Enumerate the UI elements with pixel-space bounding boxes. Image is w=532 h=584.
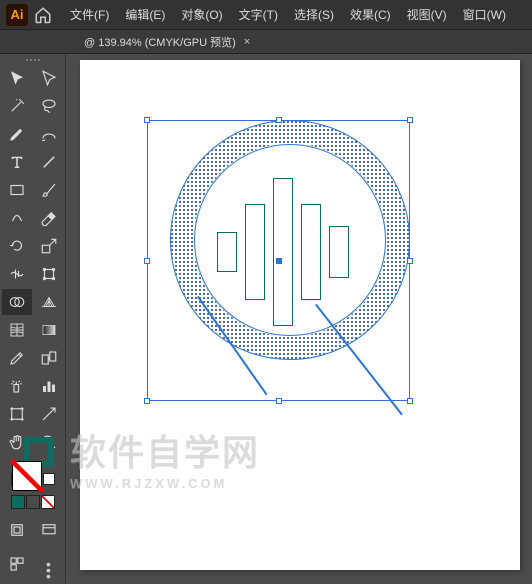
type-tool[interactable] <box>2 149 32 175</box>
column-graph-tool[interactable] <box>34 373 64 399</box>
none-mode-icon[interactable] <box>43 473 55 485</box>
document-tab[interactable]: @ 139.94% (CMYK/GPU 预览) × <box>76 30 258 54</box>
menu-object[interactable]: 对象(O) <box>173 2 230 27</box>
blend-tool[interactable] <box>34 345 64 371</box>
sel-handle-e[interactable] <box>407 258 413 264</box>
curvature-tool[interactable] <box>34 121 64 147</box>
home-icon[interactable] <box>34 6 52 24</box>
top-bar: Ai 文件(F) 编辑(E) 对象(O) 文字(T) 选择(S) 效果(C) 视… <box>0 0 532 30</box>
fill-swatch[interactable] <box>12 461 42 491</box>
menu-type[interactable]: 文字(T) <box>231 2 286 27</box>
width-tool[interactable] <box>2 261 32 287</box>
tool-grid <box>2 65 64 455</box>
document-tab-bar: @ 139.94% (CMYK/GPU 预览) × <box>0 30 532 54</box>
toolbar-grip[interactable] <box>18 59 48 61</box>
sel-handle-n[interactable] <box>276 117 282 123</box>
gradient-tool[interactable] <box>34 317 64 343</box>
free-transform-tool[interactable] <box>34 261 64 287</box>
slice-tool[interactable] <box>34 401 64 427</box>
menu-select[interactable]: 选择(S) <box>286 2 342 27</box>
swatch-row <box>11 495 55 509</box>
scale-tool[interactable] <box>34 233 64 259</box>
menu-bar: 文件(F) 编辑(E) 对象(O) 文字(T) 选择(S) 效果(C) 视图(V… <box>62 2 514 27</box>
toolbar: ••• <box>0 54 66 583</box>
swatch-2[interactable] <box>26 495 40 509</box>
sel-center <box>276 258 282 264</box>
pen-tool[interactable] <box>2 121 32 147</box>
perspective-grid-tool[interactable] <box>34 289 64 315</box>
document-tab-title: @ 139.94% (CMYK/GPU 预览) <box>84 34 236 50</box>
app-abbr: Ai <box>11 7 24 22</box>
mesh-tool[interactable] <box>2 317 32 343</box>
swatch-3[interactable] <box>41 495 55 509</box>
more-tools-icon[interactable]: ••• <box>34 557 64 583</box>
magic-wand-tool[interactable] <box>2 93 32 119</box>
selection-tool[interactable] <box>2 65 32 91</box>
sel-handle-se[interactable] <box>407 398 413 404</box>
eraser-tool[interactable] <box>34 205 64 231</box>
shape-builder-tool[interactable] <box>2 289 32 315</box>
menu-edit[interactable]: 编辑(E) <box>117 2 173 27</box>
rectangle-tool[interactable] <box>2 177 32 203</box>
sel-handle-ne[interactable] <box>407 117 413 123</box>
fill-stroke-control[interactable] <box>10 461 56 467</box>
main-area: ••• <box>0 54 532 583</box>
sel-handle-nw[interactable] <box>144 117 150 123</box>
app-icon: Ai <box>6 4 28 26</box>
line-tool[interactable] <box>34 149 64 175</box>
direct-selection-tool[interactable] <box>34 65 64 91</box>
edit-toolbar-row: ••• <box>2 551 64 583</box>
artboard-tool[interactable] <box>2 401 32 427</box>
close-tab-icon[interactable]: × <box>244 36 250 48</box>
swatch-1[interactable] <box>11 495 25 509</box>
menu-window[interactable]: 窗口(W) <box>455 2 514 27</box>
menu-file[interactable]: 文件(F) <box>62 2 117 27</box>
sel-handle-w[interactable] <box>144 258 150 264</box>
draw-mode-icon[interactable] <box>2 517 32 543</box>
lasso-tool[interactable] <box>34 93 64 119</box>
screen-mode-row <box>2 517 64 543</box>
shaper-tool[interactable] <box>2 205 32 231</box>
canvas[interactable]: 软件自学网 WWW.RJZXW.COM <box>66 54 532 583</box>
screen-mode-icon[interactable] <box>34 517 64 543</box>
sel-handle-s[interactable] <box>276 398 282 404</box>
edit-toolbar-icon[interactable] <box>2 551 32 577</box>
paintbrush-tool[interactable] <box>34 177 64 203</box>
menu-effect[interactable]: 效果(C) <box>342 2 399 27</box>
menu-view[interactable]: 视图(V) <box>399 2 455 27</box>
eyedropper-tool[interactable] <box>2 345 32 371</box>
artboard <box>80 60 520 570</box>
symbol-sprayer-tool[interactable] <box>2 373 32 399</box>
selection-bounds[interactable] <box>147 120 410 401</box>
sel-handle-sw[interactable] <box>144 398 150 404</box>
rotate-tool[interactable] <box>2 233 32 259</box>
